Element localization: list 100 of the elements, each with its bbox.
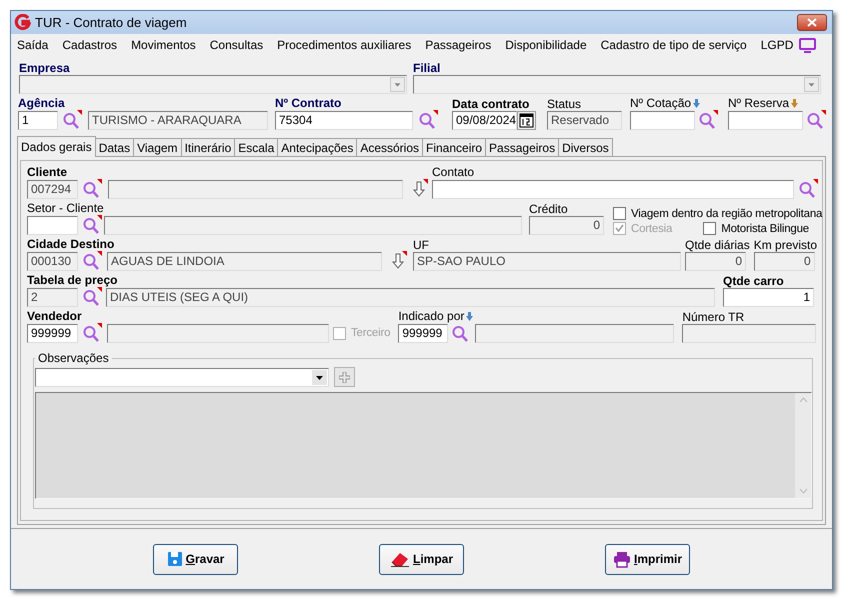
search-icon[interactable] — [62, 110, 82, 130]
menu-item[interactable]: Movimentos — [131, 38, 196, 52]
close-icon — [807, 18, 817, 27]
close-button[interactable] — [797, 14, 827, 31]
logo-icon — [14, 14, 31, 31]
checkmark-icon — [615, 224, 624, 233]
field-label: Crédito — [529, 202, 569, 216]
menu-item[interactable]: Consultas — [210, 38, 264, 52]
field-label: Empresa — [19, 61, 71, 75]
tab[interactable]: Antecipações — [277, 138, 358, 157]
field-label: Contato — [432, 165, 476, 179]
search-icon[interactable] — [798, 179, 818, 199]
search-icon[interactable] — [806, 110, 826, 130]
calendar-icon[interactable] — [517, 111, 536, 130]
input-field[interactable]: 007294 — [27, 180, 78, 198]
action-button[interactable]: Limpar — [379, 544, 464, 574]
search-icon[interactable] — [82, 287, 102, 307]
menu-item[interactable]: Saída — [17, 38, 48, 52]
input-field[interactable]: 09/08/2024 — [452, 111, 517, 130]
action-button[interactable]: Gravar — [153, 544, 238, 574]
input-field[interactable]: DIAS UTEIS (SEG A QUI) — [106, 288, 715, 306]
input-field[interactable] — [630, 110, 695, 130]
input-field[interactable]: 0 — [529, 216, 604, 235]
field-label: Setor - Cliente — [27, 201, 105, 215]
observation-dropdown[interactable] — [35, 368, 329, 386]
field-label: Indicado por — [398, 309, 464, 323]
checkbox-option[interactable]: Motorista Bilingue — [703, 222, 809, 235]
field-label: Cliente — [27, 165, 68, 179]
menu-item[interactable]: Passageiros — [425, 38, 492, 52]
down-arrow-icon — [466, 312, 474, 320]
menu-item[interactable]: Disponibilidade — [505, 38, 587, 52]
field-label: Qtde carro — [723, 274, 785, 288]
input-field[interactable]: 0 — [754, 252, 815, 271]
down-arrow-icon[interactable] — [391, 251, 407, 271]
field-label: Número TR — [682, 310, 746, 324]
scroll-up-icon — [798, 397, 808, 403]
menu-item[interactable]: Cadastro de tipo de serviço — [600, 38, 747, 52]
field-label: Status — [547, 97, 582, 111]
search-icon[interactable] — [82, 215, 102, 235]
input-field[interactable] — [432, 180, 794, 198]
scroll-down-icon — [798, 488, 808, 494]
input-field[interactable]: 0 — [685, 252, 746, 271]
input-field[interactable]: 000130 — [27, 252, 78, 270]
tab[interactable]: Viagem — [133, 138, 182, 157]
field-label: Cidade Destino — [27, 237, 116, 251]
down-arrow-icon — [791, 98, 798, 108]
checkbox-option[interactable]: Viagem dentro da região metropolitana — [613, 207, 822, 220]
menu-item[interactable]: LGPD — [760, 38, 794, 52]
search-icon[interactable] — [418, 110, 438, 130]
branch-dropdown[interactable] — [413, 75, 821, 94]
add-button[interactable] — [334, 367, 355, 387]
field-label: Filial — [413, 61, 442, 75]
field-label: Nº Reserva — [728, 96, 790, 110]
field-label: Data contrato — [452, 97, 530, 111]
tab[interactable]: Escala — [234, 138, 278, 157]
plus-icon — [339, 372, 350, 382]
tab[interactable]: Itinerário — [180, 138, 236, 157]
printer-icon — [612, 550, 631, 568]
search-icon[interactable] — [82, 179, 102, 199]
menu-item[interactable]: Cadastros — [62, 38, 118, 52]
down-arrow-icon[interactable] — [412, 179, 428, 199]
input-field[interactable]: 1 — [18, 110, 58, 130]
eraser-icon — [390, 551, 410, 567]
search-icon[interactable] — [82, 251, 102, 271]
group-title: Observações — [37, 351, 110, 365]
tab[interactable]: Dados gerais — [17, 136, 96, 157]
input-field[interactable]: Reservado — [547, 111, 622, 130]
input-field[interactable] — [104, 216, 522, 234]
field-label: Nº Cotação — [630, 96, 692, 110]
field-label: UF — [413, 238, 430, 252]
input-field[interactable]: AGUAS DE LINDOIA — [107, 252, 382, 270]
tab[interactable]: Datas — [94, 138, 134, 157]
tab[interactable]: Passageiros — [485, 138, 560, 157]
input-field[interactable]: SP-SAO PAULO — [413, 252, 681, 271]
window-title: TUR - Contrato de viagem — [35, 15, 188, 30]
search-icon[interactable] — [698, 110, 718, 130]
input-field[interactable] — [475, 324, 674, 342]
tab[interactable]: Diversos — [558, 138, 613, 157]
field-label: Km previsto — [754, 238, 818, 252]
tab[interactable]: Financeiro — [422, 138, 486, 157]
down-arrow-icon — [693, 98, 700, 108]
input-field[interactable]: TURISMO - ARARAQUARA — [88, 110, 268, 130]
action-button[interactable]: Imprimir — [605, 544, 690, 574]
menu-item[interactable]: Procedimentos auxiliares — [277, 38, 412, 52]
input-field[interactable] — [107, 324, 329, 342]
input-field[interactable] — [682, 324, 816, 343]
monitor-icon[interactable] — [799, 38, 816, 52]
input-field[interactable]: 75304 — [275, 110, 413, 130]
input-field[interactable]: 999999 — [27, 324, 78, 342]
input-field[interactable]: 2 — [27, 288, 78, 306]
input-field[interactable] — [108, 180, 403, 198]
input-field[interactable] — [728, 110, 803, 130]
search-icon[interactable] — [82, 323, 102, 343]
input-field[interactable] — [27, 216, 78, 234]
company-dropdown[interactable] — [19, 75, 407, 94]
input-field[interactable]: 999999 — [398, 324, 448, 342]
input-field[interactable]: 1 — [723, 288, 814, 307]
field-label: Tabela de preço — [27, 273, 118, 287]
tab[interactable]: Acessórios — [356, 138, 424, 157]
field-label: Agência — [18, 96, 66, 110]
